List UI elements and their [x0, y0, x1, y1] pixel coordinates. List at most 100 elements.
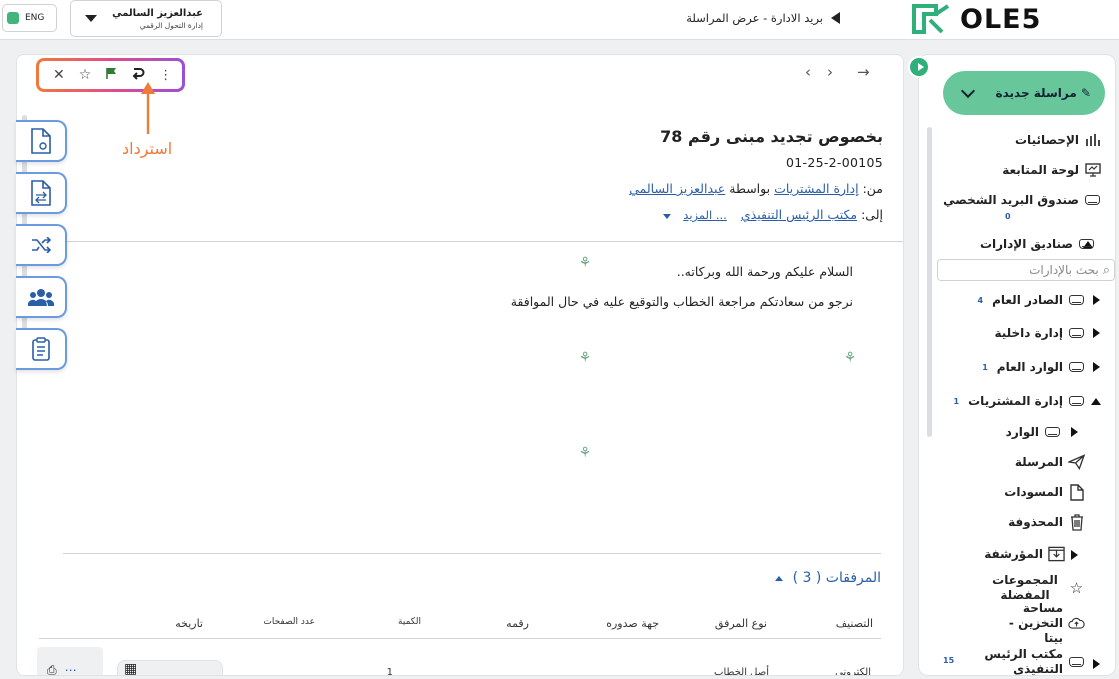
back-arrow-icon[interactable] [831, 12, 840, 24]
sidebar-item-personal-inbox[interactable]: صندوق البريد الشخصي [943, 189, 1101, 211]
expand-arrow-icon[interactable] [1093, 362, 1100, 372]
sidebar-item-label: إدارة المشتريات [968, 394, 1063, 408]
collapse-arrow-icon[interactable] [774, 575, 783, 581]
document-transfer-button[interactable] [16, 172, 67, 214]
chevron-down-icon[interactable] [663, 214, 672, 219]
sidebar-item-general-incoming[interactable]: الوارد العام 1 [982, 356, 1085, 378]
sidebar-item-statistics[interactable]: الإحصائيات [1015, 129, 1101, 151]
document-settings-button[interactable] [16, 120, 67, 162]
clipboard-button[interactable] [16, 328, 67, 370]
sidebar-toggle-button[interactable] [908, 56, 930, 78]
sidebar-item-label: المرسلة [1014, 455, 1063, 469]
from-user-link[interactable]: عبدالعزيز السالمي [629, 181, 725, 196]
column-header-pages: عدد الصفحات [263, 617, 315, 627]
language-label: ENG [25, 13, 45, 23]
from-department-link[interactable]: إدارة المشتريات [774, 181, 858, 196]
collapse-arrow-icon[interactable] [1091, 398, 1101, 405]
close-icon[interactable]: ✕ [53, 67, 65, 83]
column-header-number: رقمه [506, 617, 529, 630]
to-label: إلى: [861, 207, 883, 222]
row-actions: ⎙ ⋯ [37, 647, 103, 675]
sidebar-item-department-boxes[interactable]: صناديق الإدارات [980, 233, 1095, 255]
attachments-header[interactable]: المرفقات ( 3 ) [774, 570, 881, 586]
language-switch-icon [7, 12, 19, 24]
document-transfer-icon [30, 180, 51, 206]
sidebar-item-label: الصادر العام [992, 293, 1063, 307]
sidebar-item-label: المسودات [1004, 485, 1063, 499]
archive-icon [1048, 546, 1065, 562]
palm-emblem-icon: ⚘ [843, 350, 857, 366]
language-toggle[interactable]: ENG [2, 4, 57, 32]
divider [63, 553, 881, 554]
column-header-date: تاريخه [175, 617, 203, 630]
flag-icon[interactable] [105, 67, 117, 84]
sidebar-item-label: الوارد العام [996, 360, 1063, 374]
expand-arrow-icon[interactable] [1093, 328, 1100, 338]
from-line: من: إدارة المشتريات بواسطة عبدالعزيز الس… [629, 181, 883, 196]
sidebar-scrollbar[interactable] [927, 127, 932, 437]
chevron-down-icon[interactable] [960, 83, 976, 98]
more-options-icon[interactable]: ⋮ [159, 68, 172, 83]
sidebar-count: 15 [943, 656, 955, 665]
dashboard-icon [1084, 163, 1101, 177]
sidebar-count: 0 [1005, 212, 1011, 221]
star-icon[interactable]: ☆ [79, 67, 92, 83]
user-info: عبدالعزيز السالمي إدارة التحول الرقمي [112, 8, 203, 30]
department-search-input[interactable]: ⌕ بحث بالإدارات [937, 259, 1115, 281]
sidebar-item-label: إدارة داخلية [994, 326, 1063, 340]
sidebar-item-label: المحذوفة [1008, 515, 1063, 529]
expand-arrow-icon[interactable] [1093, 659, 1100, 669]
user-name: عبدالعزيز السالمي [112, 7, 203, 19]
more-recipients-link[interactable]: ... المزيد [683, 208, 727, 222]
sidebar-item-procurement[interactable]: إدارة المشتريات 1 [954, 390, 1085, 412]
next-icon[interactable]: › [827, 63, 833, 83]
annotation-label: استرداد [122, 139, 173, 158]
column-header-issuer: جهة صدوره [606, 617, 659, 630]
sidebar-item-sent[interactable]: المرسلة [1015, 451, 1085, 473]
more-options-icon[interactable]: ⋯ [65, 663, 77, 675]
cell-category: الكتروني [835, 667, 871, 676]
date-field[interactable]: ▦ [117, 660, 223, 676]
sidebar-item-deleted[interactable]: المحذوفة [1008, 511, 1085, 533]
sidebar-item-label: المؤرشفة [984, 547, 1043, 561]
inbox-icon [1084, 193, 1101, 207]
calendar-icon: ▦ [124, 661, 138, 676]
sidebar-item-internal-admin[interactable]: إدارة داخلية [994, 322, 1085, 344]
sidebar-item-general-outgoing[interactable]: الصادر العام 4 [978, 289, 1085, 311]
sidebar-item-dashboard[interactable]: لوحة المتابعة [1002, 159, 1101, 181]
expand-arrow-icon[interactable] [1071, 550, 1078, 560]
shuffle-button[interactable] [16, 224, 67, 266]
print-icon[interactable]: ⎙ [47, 663, 57, 675]
sidebar-item-storage-beta[interactable]: مساحة التخزين - بيتا [975, 601, 1085, 645]
expand-arrow-icon[interactable] [1093, 295, 1100, 305]
palm-emblem-icon: ⚘ [578, 350, 592, 366]
logo: OLE5 [910, 2, 1110, 36]
send-icon [1068, 454, 1085, 470]
column-header-category: التصنيف [835, 617, 873, 630]
column-header-quantity: الكمية [398, 617, 421, 627]
previous-icon[interactable]: ‹ [805, 63, 811, 83]
sidebar-item-drafts[interactable]: المسودات [1004, 481, 1085, 503]
sidebar-item-archived[interactable]: المؤرشفة [984, 543, 1065, 565]
annotation-arrow-icon [141, 82, 155, 134]
sidebar-item-label: مكتب الرئيس التنفيذي [984, 647, 1063, 676]
sidebar-item-label: مساحة التخزين - بيتا [1008, 600, 1063, 645]
new-message-button[interactable]: ✎ مراسلة جديدة [943, 71, 1105, 115]
inbox-icon [1068, 293, 1085, 307]
inbox-icon [1068, 360, 1085, 374]
forward-arrow-icon[interactable]: → [857, 63, 870, 83]
user-menu[interactable]: عبدالعزيز السالمي إدارة التحول الرقمي [70, 0, 222, 37]
sidebar-item-ceo-office[interactable]: مكتب الرئيس التنفيذي [975, 647, 1085, 676]
to-department-link[interactable]: مكتب الرئيس التنفيذي [741, 207, 857, 222]
sidebar-item-incoming[interactable]: الوارد [1006, 421, 1061, 443]
user-department: إدارة التحول الرقمي [139, 20, 203, 30]
sidebar-item-label: المجموعات المفضلة [992, 573, 1058, 602]
inbox-icon [1068, 655, 1085, 669]
group-users-button[interactable] [16, 276, 67, 318]
expand-arrow-icon[interactable] [1071, 427, 1078, 437]
message-toolbar: ✕ ☆ ⋮ [36, 58, 185, 92]
divider [17, 241, 903, 242]
bar-chart-icon [1084, 133, 1101, 147]
message-body: نرجو من سعادتكم مراجعة الخطاب والتوقيع ع… [510, 294, 853, 309]
sidebar: ✎ مراسلة جديدة الإحصائيات لوحة المتابعة … [918, 54, 1116, 676]
